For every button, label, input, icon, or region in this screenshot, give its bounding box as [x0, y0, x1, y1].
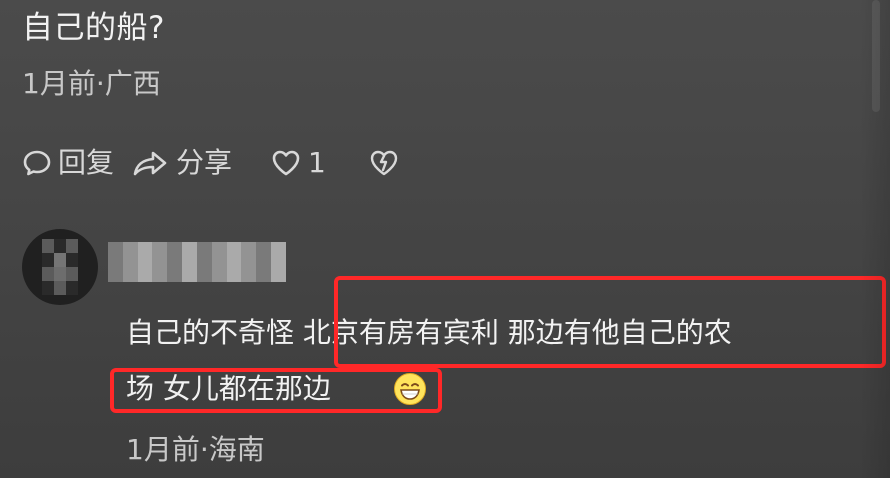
- comment-screen: 自己的船? 1月前·广西 回复 分享 1 自己的不奇怪 北京有房有宾利 那边有他…: [0, 0, 890, 478]
- comment-actions: 回复 分享 1: [22, 142, 408, 184]
- like-count: 1: [308, 146, 326, 179]
- heart-icon: [272, 150, 300, 176]
- commenter-avatar[interactable]: [22, 229, 98, 305]
- post-meta: 1月前·广西: [22, 67, 161, 100]
- avatar-mosaic: [42, 239, 78, 295]
- reply-label: 回复: [58, 146, 115, 179]
- highlight-box-second: [110, 368, 442, 413]
- comment-meta: 1月前·海南: [126, 433, 265, 466]
- scrollbar[interactable]: [872, 0, 880, 112]
- blurred-username: [108, 242, 286, 282]
- like-button[interactable]: 1: [270, 148, 368, 178]
- reply-button[interactable]: 回复: [22, 148, 132, 178]
- share-button[interactable]: 分享: [132, 148, 270, 178]
- highlight-box-first: [334, 276, 886, 368]
- dislike-button[interactable]: [368, 148, 408, 178]
- share-icon: [133, 151, 167, 176]
- share-label: 分享: [176, 146, 233, 179]
- post-text: 自己的船?: [22, 10, 165, 46]
- comment-icon: [23, 150, 51, 176]
- broken-heart-icon: [370, 150, 398, 176]
